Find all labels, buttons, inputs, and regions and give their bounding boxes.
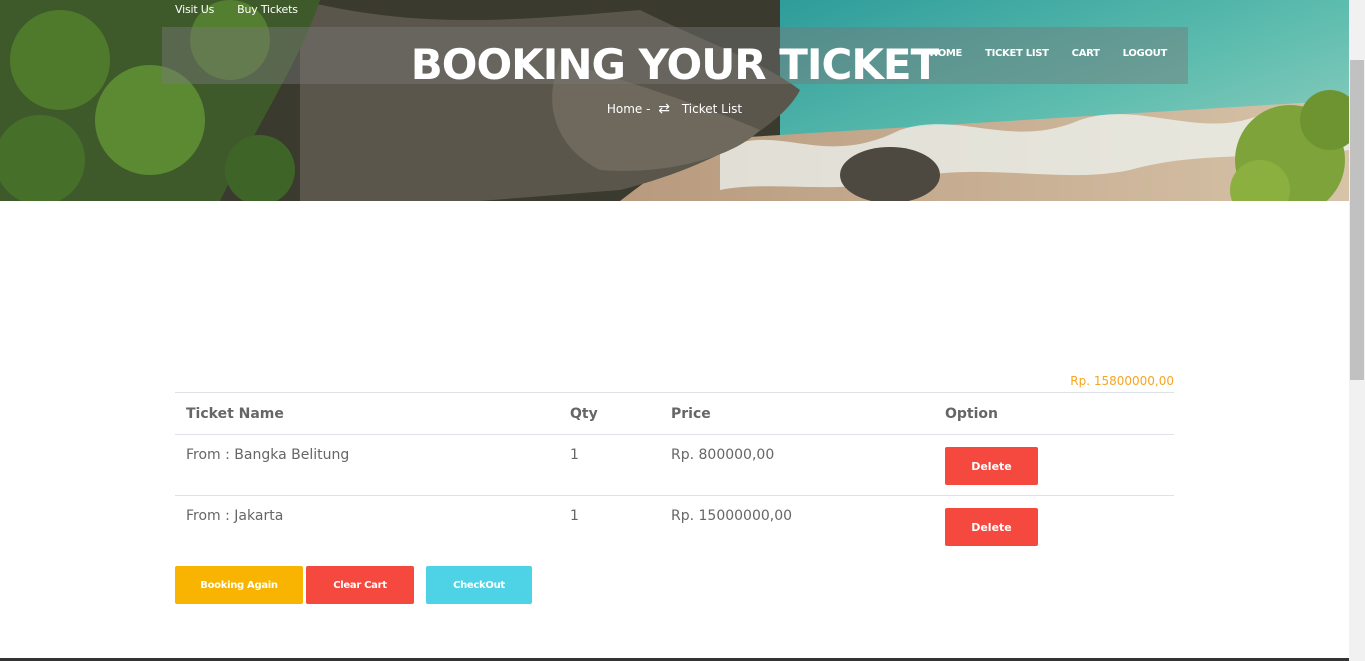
top-links: Visit Us Buy Tickets — [175, 3, 298, 16]
cell-ticket-name: From : Bangka Belitung — [175, 434, 559, 496]
cell-ticket-name: From : Jakarta — [186, 508, 284, 524]
breadcrumb-separator: - — [646, 102, 651, 116]
cart-actions: Booking Again Clear Cart CheckOut — [175, 566, 532, 604]
cell-qty: 1 — [559, 434, 660, 496]
breadcrumb: Home - ⇄ Ticket List — [0, 101, 1349, 117]
table-row: From : Bangka Belitung 1 Rp. 800000,00 D… — [175, 434, 1174, 496]
visit-us-link[interactable]: Visit Us — [175, 3, 214, 16]
page-title: BOOKING YOUR TICKET — [410, 40, 940, 89]
header-qty: Qty — [559, 392, 660, 435]
cell-qty: 1 — [570, 508, 579, 524]
breadcrumb-home[interactable]: Home — [607, 102, 642, 116]
cart-total: Rp. 15800000,00 — [1070, 374, 1174, 388]
cell-price: Rp. 15000000,00 — [671, 508, 793, 524]
delete-button[interactable]: Delete — [945, 447, 1038, 485]
breadcrumb-current: Ticket List — [681, 102, 743, 116]
header-option: Option — [934, 392, 1174, 435]
buy-tickets-link[interactable]: Buy Tickets — [237, 3, 298, 16]
page-scrollbar[interactable] — [1349, 0, 1365, 661]
page: Visit Us Buy Tickets HOME TICKET LIST CA… — [0, 0, 1365, 661]
clear-cart-button[interactable]: Clear Cart — [306, 566, 414, 604]
cell-option: Delete — [934, 434, 1174, 496]
cart-table: Ticket Name Qty Price Option From : Bang… — [175, 392, 1174, 556]
header-price: Price — [660, 392, 934, 435]
hero-banner: Visit Us Buy Tickets HOME TICKET LIST CA… — [0, 0, 1349, 201]
checkout-button[interactable]: CheckOut — [426, 566, 532, 604]
scrollbar-thumb[interactable] — [1350, 60, 1364, 380]
arrows-icon: ⇄ — [658, 101, 671, 117]
cell-option: Delete — [934, 496, 1174, 557]
table-row: From : Jakarta 1 Rp. 15000000,00 Delete — [175, 496, 1174, 557]
table-header-row: Ticket Name Qty Price Option — [175, 392, 1174, 435]
cell-price: Rp. 800000,00 — [660, 434, 934, 496]
booking-again-button[interactable]: Booking Again — [175, 566, 303, 604]
delete-button[interactable]: Delete — [945, 508, 1038, 546]
header-ticket-name: Ticket Name — [175, 392, 559, 435]
